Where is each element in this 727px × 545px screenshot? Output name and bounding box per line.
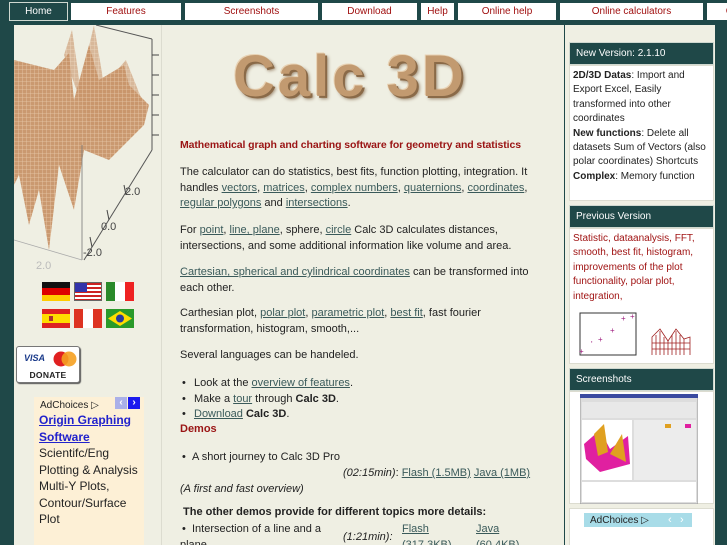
top-nav: Home Features Screenshots Download Help … (9, 2, 727, 22)
screenshots-header: Screenshots (569, 368, 714, 391)
nav-online-calculators[interactable]: Online calculators (559, 2, 704, 21)
ad-next-icon[interactable]: › (680, 513, 684, 527)
link-best-fit[interactable]: best fit (390, 307, 422, 319)
plots-paragraph: Carthesian plot, polar plot, parametric … (180, 307, 481, 335)
surface-plot-image: 2.0 0.0 -2.0 2.0 (14, 25, 162, 270)
link-complex-numbers[interactable]: complex numbers (311, 182, 398, 194)
nav-contact[interactable]: Contact (706, 2, 727, 21)
3d-wireframe-thumbnail (651, 328, 691, 355)
scatter-plot-thumbnail: +'+++ + (579, 312, 637, 356)
donate-label: DONATE (29, 370, 67, 380)
demo1-subtitle: (A first and fast overview) (180, 483, 304, 495)
previous-version-body: Statistic, dataanalysis, FFT, smooth, be… (569, 228, 714, 364)
demo1-flash-link[interactable]: Flash (1.5MB) (402, 467, 471, 479)
link-polar-plot[interactable]: polar plot (260, 307, 305, 319)
svg-text:+: + (579, 347, 584, 356)
mastercard-icon (53, 351, 77, 367)
left-column: 2.0 0.0 -2.0 2.0 VISA DONATE AdChoices ▷… (14, 25, 162, 545)
demo1-links: (02:15min): Flash (1.5MB) Java (1MB) (343, 467, 531, 479)
link-download[interactable]: Download (194, 408, 243, 420)
link-quaternions[interactable]: quaternions (404, 182, 462, 194)
flag-italy[interactable] (106, 282, 134, 301)
link-coordinate-transform[interactable]: Cartesian, spherical and cylindrical coo… (180, 266, 410, 278)
nav-features[interactable]: Features (70, 2, 182, 21)
screenshots-body (569, 391, 714, 504)
nav-download[interactable]: Download (321, 2, 418, 21)
ad-title-link[interactable]: Origin Graphing Software (39, 412, 144, 446)
adchoices-icon: ▷ (91, 400, 99, 411)
new-version-body: 2D/3D Datas: Import and Export Excel, Ea… (569, 65, 714, 201)
adchoices-icon: ▷ (641, 515, 649, 526)
axis-label: 2.0 (125, 186, 141, 198)
nav-home[interactable]: Home (9, 2, 68, 21)
list-item: Make a tour through Calc 3D. (180, 392, 353, 408)
ad-next-icon[interactable]: › (128, 397, 140, 409)
sidebar-ad: AdChoices ▷ ‹ › Origin Graphing Software… (34, 397, 144, 545)
adchoices-bar[interactable]: AdChoices ▷ ‹ › (584, 513, 692, 527)
new-version-header: New Version: 2.1.10 (569, 42, 714, 65)
ad-nav: ‹ › (115, 397, 140, 409)
previous-version-header: Previous Version (569, 205, 714, 228)
demo1-java-link[interactable]: Java (1MB) (474, 467, 530, 479)
app-screenshot-thumbnail[interactable] (580, 394, 698, 504)
demo2-flash-link[interactable]: Flash (317.3KB) (402, 521, 452, 545)
demo1-title: • A short journey to Calc 3D Pro (182, 451, 340, 463)
flag-spain[interactable] (42, 309, 70, 328)
link-overview-features[interactable]: overview of features (252, 377, 350, 389)
main-column: Calc 3D Mathematical graph and charting … (163, 25, 563, 545)
svg-text:+: + (598, 335, 603, 344)
svg-text:+: + (610, 326, 615, 335)
link-circle[interactable]: circle (326, 224, 352, 236)
demo2-duration: (1:21min): (343, 531, 393, 543)
nav-screenshots[interactable]: Screenshots (184, 2, 319, 21)
demos-heading: Demos (180, 423, 217, 435)
axis-label: 0.0 (101, 221, 117, 233)
link-regular-polygons[interactable]: regular polygons (180, 197, 261, 209)
link-line-plane[interactable]: line, plane (230, 224, 280, 236)
flag-peru[interactable] (74, 309, 102, 328)
intro-paragraph: The calculator can do statistics, best f… (180, 166, 528, 209)
axis-label: 2.0 (36, 260, 52, 270)
link-coordinates[interactable]: coordinates (467, 182, 524, 194)
link-tour[interactable]: tour (233, 393, 252, 405)
tagline: Mathematical graph and charting software… (180, 139, 521, 151)
link-matrices[interactable]: matrices (263, 182, 305, 194)
nav-help[interactable]: Help (420, 2, 455, 21)
ad-prev-icon[interactable]: ‹ (115, 397, 127, 409)
adchoices-label[interactable]: AdChoices ▷ (40, 400, 99, 411)
list-item: Download Calc 3D. (180, 407, 353, 423)
languages-paragraph: Several languages can be handeled. (180, 349, 359, 361)
logo: Calc 3D (233, 44, 467, 109)
feature-list: Look at the overview of features. Make a… (180, 376, 353, 423)
link-intersections[interactable]: intersections (286, 197, 348, 209)
right-ad: AdChoices ▷ ‹ › (569, 508, 714, 545)
nav-online-help[interactable]: Online help (457, 2, 557, 21)
geometry-paragraph: For point, line, plane, sphere, circle C… (180, 224, 512, 252)
svg-text:+: + (630, 312, 635, 321)
other-demos-heading: The other demos provide for different to… (183, 506, 487, 518)
visa-logo: VISA (24, 353, 46, 363)
link-vectors[interactable]: vectors (222, 182, 257, 194)
axis-label: -2.0 (83, 247, 102, 259)
flag-germany[interactable] (42, 282, 70, 301)
ad-body: Scientifc/Eng Plotting & Analysis Multi-… (39, 446, 138, 526)
right-column: New Version: 2.1.10 2D/3D Datas: Import … (565, 25, 715, 545)
demo2-java-link[interactable]: Java (60.4KB) (476, 521, 519, 545)
flag-usa[interactable] (74, 282, 102, 301)
svg-text:+: + (621, 314, 626, 323)
ad-prev-icon[interactable]: ‹ (668, 513, 672, 527)
flag-brazil[interactable] (106, 309, 134, 328)
list-item: Look at the overview of features. (180, 376, 353, 392)
link-parametric-plot[interactable]: parametric plot (312, 307, 385, 319)
link-point[interactable]: point (200, 224, 224, 236)
donate-button[interactable]: VISA DONATE (16, 346, 80, 383)
demo2-title: • Intersection of a line and a plane (180, 523, 322, 545)
page-content: 2.0 0.0 -2.0 2.0 VISA DONATE AdChoices ▷… (14, 25, 564, 545)
coordinates-paragraph: Cartesian, spherical and cylindrical coo… (180, 266, 529, 294)
